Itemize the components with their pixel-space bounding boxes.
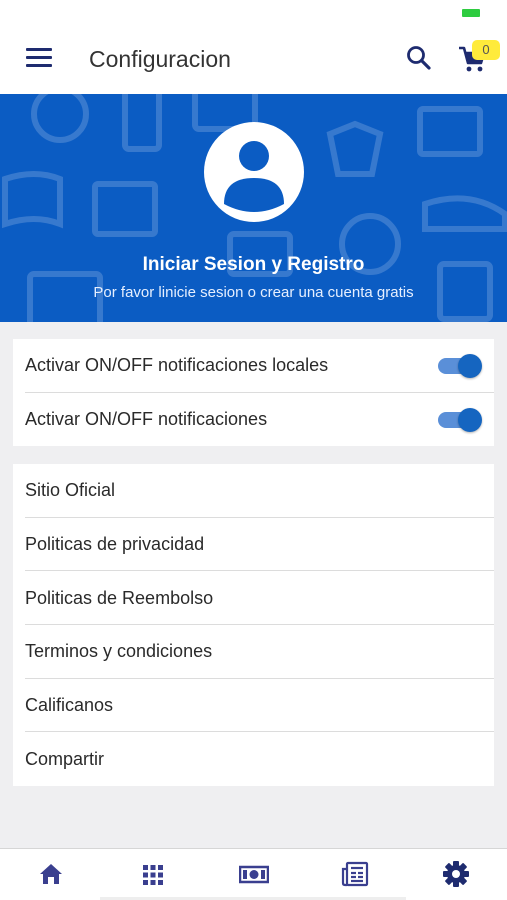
news-icon[interactable] [340, 859, 370, 889]
link-privacy-policy[interactable]: Politicas de privacidad [13, 518, 494, 572]
toggle-label: Activar ON/OFF notificaciones [25, 408, 268, 429]
link-share[interactable]: Compartir [13, 732, 494, 786]
link-label: Calificanos [25, 695, 114, 716]
toggle-row-notifications: Activar ON/OFF notificaciones [13, 393, 494, 447]
link-label: Terminos y condiciones [25, 641, 213, 662]
link-rate-us[interactable]: Calificanos [13, 679, 494, 733]
link-terms[interactable]: Terminos y condiciones [13, 625, 494, 679]
link-label: Politicas de privacidad [25, 534, 205, 555]
search-icon[interactable] [405, 44, 433, 72]
app-bar: Configuracion 0 [0, 26, 507, 94]
money-icon[interactable] [238, 859, 270, 889]
link-official-site[interactable]: Sitio Oficial [13, 464, 494, 518]
notification-settings-card: Activar ON/OFF notificaciones locales Ac… [13, 339, 494, 446]
links-card: Sitio Oficial Politicas de privacidad Po… [13, 464, 494, 786]
notifications-toggle[interactable] [438, 407, 482, 432]
bottom-navigation [0, 848, 507, 900]
home-icon[interactable] [36, 859, 66, 889]
settings-icon[interactable] [441, 859, 471, 889]
link-refund-policy[interactable]: Politicas de Reembolso [13, 571, 494, 625]
login-banner[interactable]: Iniciar Sesion y Registro Por favor lini… [0, 94, 507, 322]
menu-icon[interactable] [26, 48, 52, 70]
battery-icon [462, 9, 480, 17]
cart-count-badge: 0 [472, 40, 500, 60]
login-title: Iniciar Sesion y Registro [142, 254, 365, 275]
page-title: Configuracion [89, 46, 231, 72]
status-bar [0, 0, 507, 26]
toggle-row-local-notifications: Activar ON/OFF notificaciones locales [13, 339, 494, 393]
user-avatar-icon[interactable] [204, 122, 304, 222]
link-label: Sitio Oficial [25, 480, 116, 501]
link-label: Politicas de Reembolso [25, 587, 214, 608]
link-label: Compartir [25, 748, 105, 769]
local-notifications-toggle[interactable] [438, 354, 482, 378]
login-subtitle: Por favor linicie sesion o crear una cue… [93, 284, 414, 301]
grid-icon[interactable] [138, 859, 168, 889]
toggle-label: Activar ON/OFF notificaciones locales [25, 355, 329, 376]
